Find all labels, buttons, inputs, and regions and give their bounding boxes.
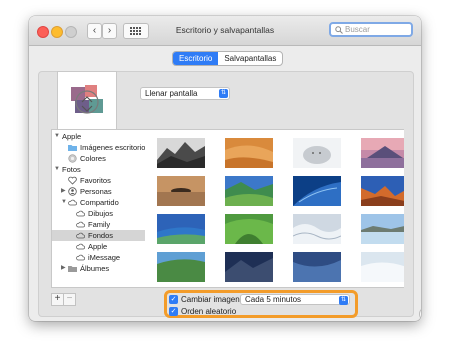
sidebar-item-label: Dibujos (88, 209, 114, 218)
disclosure-closed-icon: ▶ (61, 188, 66, 194)
folder-icon (68, 266, 77, 272)
cloud-icon (76, 243, 85, 250)
wallpaper-thumb-island-reflection[interactable] (157, 176, 205, 206)
sidebar-item-label: Apple (62, 132, 82, 141)
cloud-icon (76, 221, 85, 228)
wallpaper-thumb-green-valley[interactable] (225, 176, 273, 206)
person-icon (68, 187, 77, 196)
wallpaper-thumb-blue-marble[interactable] (293, 252, 341, 282)
wallpaper-thumb-earth-blue[interactable] (293, 176, 341, 206)
search-icon (335, 25, 343, 34)
remove-folder-button[interactable]: − (63, 293, 76, 306)
sidebar-item-desktop-pictures[interactable]: Imágenes escritorio (52, 142, 148, 153)
sidebar-item-label: Imágenes escritorio (80, 143, 146, 152)
wallpaper-thumb-purple-mountain[interactable] (361, 138, 404, 168)
title-bar: ‹ › Escritorio y salvapantallas (29, 16, 421, 46)
wallpaper-thumb-green-hills[interactable] (225, 214, 273, 244)
popup-arrows-icon: ⇅ (219, 89, 228, 98)
sidebar-item-label: Fotos (62, 165, 81, 174)
help-button[interactable]: ? (419, 307, 421, 321)
search-field[interactable] (329, 22, 413, 37)
sidebar-item-family[interactable]: Family (52, 219, 148, 230)
sidebar-item-label: Favoritos (80, 176, 111, 185)
wallpaper-thumb-white-waves[interactable] (293, 214, 341, 244)
sidebar-item-imessage[interactable]: iMessage (52, 252, 148, 263)
sidebar-item-shared[interactable]: ▼ Compartido (52, 197, 148, 208)
disclosure-closed-icon: ▶ (61, 265, 66, 271)
wallpaper-thumb-desert-dune[interactable] (225, 138, 273, 168)
sidebar-item-dibujos[interactable]: Dibujos (52, 208, 148, 219)
heart-icon (68, 176, 77, 185)
sidebar-item-favorites[interactable]: Favoritos (52, 175, 148, 186)
sidebar-item-fondos[interactable]: Fondos (52, 230, 148, 241)
wallpaper-thumb-night-mountain[interactable] (225, 252, 273, 282)
wallpaper-thumb-desert-canyon[interactable] (361, 176, 404, 206)
search-input[interactable] (343, 25, 409, 34)
photos-collage-icon (71, 85, 103, 114)
sidebar-item-colors[interactable]: Colores (52, 153, 148, 164)
sidebar-item-people[interactable]: ▶ Personas (52, 186, 148, 197)
random-order-label: Orden aleatorio (181, 307, 237, 316)
change-picture-checkbox[interactable]: ✓ (169, 295, 178, 304)
change-interval-popup[interactable]: Cada 5 minutos ⇅ (240, 294, 350, 305)
wallpaper-thumb-lake-sky[interactable] (361, 214, 404, 244)
color-wheel-icon (68, 154, 77, 163)
sidebar-item-albums[interactable]: ▶ Álbumes (52, 263, 148, 274)
disclosure-open-icon: ▼ (54, 166, 60, 172)
random-order-checkbox[interactable]: ✓ (169, 307, 178, 316)
fit-mode-popup[interactable]: Llenar pantalla ⇅ (140, 87, 230, 100)
cloud-icon (76, 254, 85, 261)
cloud-icon (68, 199, 77, 206)
sidebar-item-label: Compartido (80, 198, 119, 207)
wallpaper-thumb-mountain-bw[interactable] (157, 138, 205, 168)
sidebar-item-label: Personas (80, 187, 112, 196)
sidebar-item-label: Colores (80, 154, 106, 163)
sidebar-item-label: Family (88, 220, 111, 229)
sidebar-item-apple-shared[interactable]: Apple (52, 241, 148, 252)
wallpaper-thumb-white-ice[interactable] (361, 252, 404, 282)
wallpaper-thumb-snow-leopard[interactable] (293, 138, 341, 168)
preferences-window: ‹ › Escritorio y salvapantallas Escritor (29, 16, 421, 321)
popup-arrows-icon: ⇅ (339, 296, 348, 305)
current-wallpaper-preview (57, 71, 117, 131)
sidebar-item-label: Álbumes (80, 264, 110, 273)
wallpaper-thumb-green-coast[interactable] (157, 252, 205, 282)
folder-icon (68, 145, 77, 151)
cloud-icon (76, 232, 85, 239)
wallpaper-thumb-blue-fields[interactable] (157, 214, 205, 244)
disclosure-open-icon: ▼ (61, 199, 67, 205)
sidebar-item-photos[interactable]: ▼ Fotos (52, 164, 148, 175)
tab-bar: Escritorio Salvapantallas (172, 51, 284, 66)
change-picture-label: Cambiar imagen: (181, 295, 242, 304)
change-interval-value: Cada 5 minutos (245, 295, 302, 304)
sidebar-item-apple[interactable]: ▼ Apple (52, 131, 148, 142)
tab-salvapantallas[interactable]: Salvapantallas (218, 52, 282, 65)
cloud-icon (76, 210, 85, 217)
sidebar-item-label: iMessage (88, 253, 121, 262)
wallpaper-grid (145, 129, 404, 288)
source-sidebar: ▼ Apple Imágenes escritorio Colores ▼ Fo… (51, 129, 149, 288)
tab-escritorio[interactable]: Escritorio (173, 52, 219, 65)
sidebar-item-label: Fondos (88, 231, 114, 240)
fit-mode-value: Llenar pantalla (145, 89, 198, 98)
disclosure-open-icon: ▼ (54, 133, 60, 139)
sidebar-item-label: Apple (88, 242, 108, 251)
